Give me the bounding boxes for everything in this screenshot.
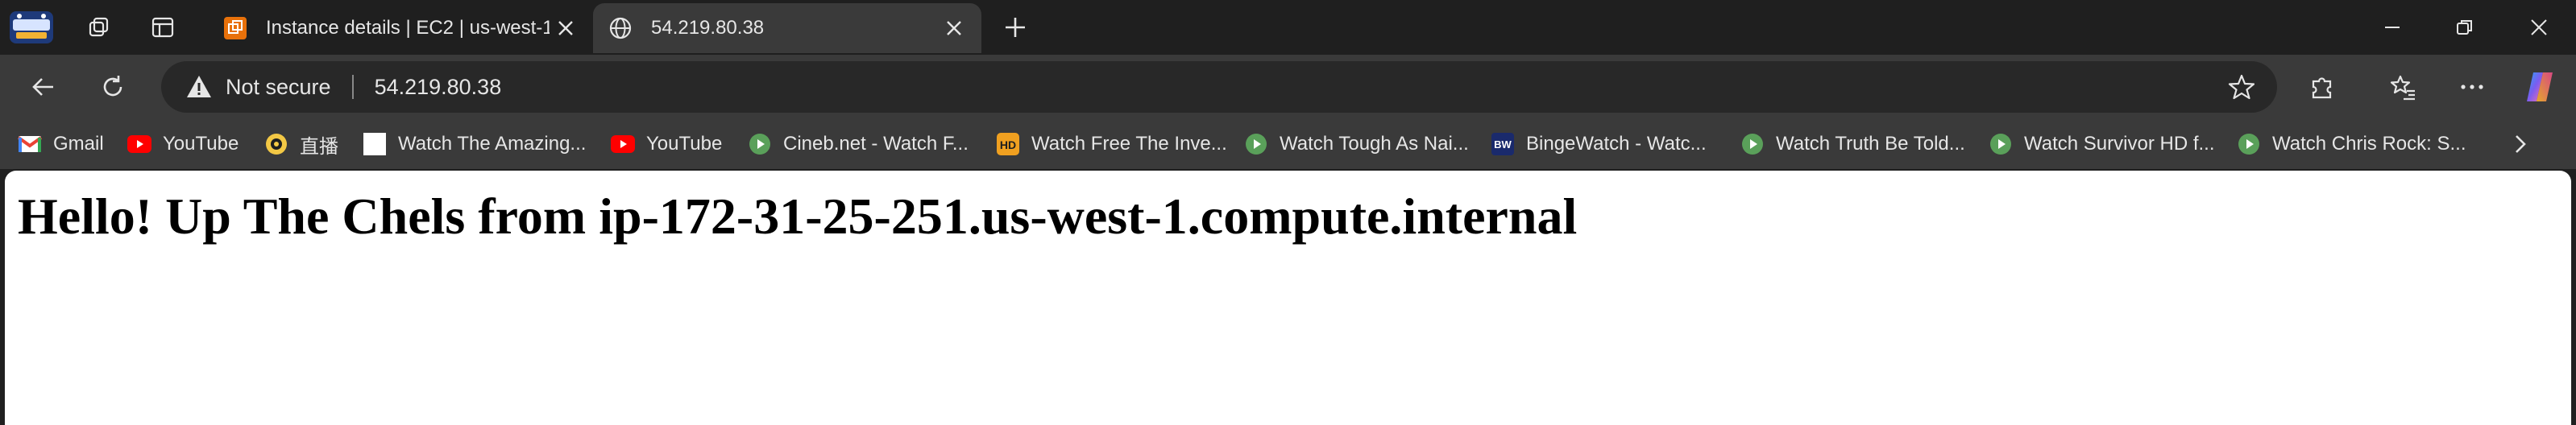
bookmark-label: Watch Truth Be Told... (1776, 133, 1965, 155)
tab-strip: Instance details | EC2 | us-west-1 54.21… (0, 0, 2576, 55)
bookmark-label: Watch Tough As Nai... (1280, 133, 1469, 155)
page-heading: Hello! Up The Chels from ip-172-31-25-25… (18, 188, 1578, 245)
security-status-label[interactable]: Not secure (226, 75, 331, 100)
warning-icon[interactable] (185, 73, 213, 101)
minimize-button[interactable] (2364, 6, 2420, 48)
restore-button[interactable] (2437, 6, 2493, 48)
bookmark-label: Watch Survivor HD f... (2024, 133, 2215, 155)
play-circle-icon (1740, 132, 1765, 156)
blank-page-icon (363, 132, 387, 156)
bookmark-free-inve[interactable]: HD Watch Free The Inve... (996, 130, 1227, 158)
close-icon (2531, 19, 2547, 35)
bookmarks-overflow-chevron-icon[interactable] (2506, 130, 2533, 158)
live-icon (264, 132, 288, 156)
puzzle-icon (2312, 77, 2332, 99)
tab-title: 54.219.80.38 (651, 17, 765, 39)
bookmark-chris-rock[interactable]: Watch Chris Rock: S... (2237, 130, 2466, 158)
play-circle-icon (1989, 132, 2013, 156)
bookmark-survivor[interactable]: Watch Survivor HD f... (1989, 130, 2214, 158)
bookmark-label: Watch Chris Rock: S... (2272, 133, 2466, 155)
bookmark-youtube[interactable]: YouTube (127, 130, 239, 158)
address-separator (351, 75, 354, 99)
extensions-button[interactable] (2303, 69, 2342, 105)
bookmark-amazing[interactable]: Watch The Amazing... (363, 130, 586, 158)
close-tab-icon[interactable] (550, 12, 582, 44)
play-circle-icon (1244, 132, 1268, 156)
favorites-list-icon (2390, 75, 2415, 101)
bookmark-label: YouTube (646, 133, 723, 155)
settings-more-button[interactable] (2453, 69, 2491, 105)
bookmark-label: BingeWatch - Watc... (1526, 133, 1707, 155)
bookmark-label: YouTube (163, 133, 239, 155)
bookmark-live[interactable]: 直播 (264, 130, 338, 158)
favorites-button[interactable] (2383, 69, 2422, 105)
close-tab-icon[interactable] (938, 12, 970, 44)
back-button[interactable] (24, 69, 63, 105)
workspaces-icon[interactable] (82, 11, 114, 43)
bookmark-cineb[interactable]: Cineb.net - Watch F... (748, 130, 969, 158)
bookmark-tough-as-nails[interactable]: Watch Tough As Nai... (1244, 130, 1469, 158)
more-dots-icon (2461, 85, 2483, 89)
profile-avatar-icon (10, 11, 53, 43)
copilot-icon (2527, 72, 2553, 101)
minimize-icon (2385, 27, 2400, 28)
bw-icon: BW (1491, 132, 1515, 156)
bookmark-truth-be-told[interactable]: Watch Truth Be Told... (1740, 130, 1965, 158)
gmail-icon (18, 132, 42, 156)
bookmark-label: Watch Free The Inve... (1031, 133, 1227, 155)
restore-icon (2457, 20, 2472, 35)
youtube-icon (611, 132, 635, 156)
globe-icon (608, 15, 633, 41)
bookmark-label: Gmail (53, 133, 104, 155)
play-circle-icon (748, 132, 772, 156)
address-bar[interactable]: Not secure 54.219.80.38 (161, 61, 2277, 113)
plus-icon (1006, 18, 1025, 37)
new-tab-button[interactable] (996, 10, 1035, 45)
bookmark-label: 直播 (300, 135, 338, 158)
copilot-button[interactable] (2520, 69, 2559, 105)
hd-icon: HD (996, 132, 1020, 156)
back-arrow-icon (32, 78, 53, 96)
svg-text:BW: BW (1494, 138, 1512, 151)
youtube-icon (127, 132, 151, 156)
bookmark-gmail[interactable]: Gmail (18, 130, 104, 158)
web-page-content: Hello! Up The Chels from ip-172-31-25-25… (5, 171, 2571, 425)
tab-actions-icon[interactable] (147, 11, 179, 43)
play-circle-icon (2237, 132, 2261, 156)
aws-ec2-icon (222, 15, 248, 41)
bookmarks-bar: Gmail YouTube 直播 Watch The Amazing... Yo… (0, 119, 2576, 169)
bookmark-label: Cineb.net - Watch F... (783, 133, 969, 155)
refresh-button[interactable] (93, 69, 132, 105)
svg-text:HD: HD (1000, 138, 1016, 151)
bookmark-label: Watch The Amazing... (398, 133, 587, 155)
bookmark-youtube-2[interactable]: YouTube (611, 130, 722, 158)
close-window-button[interactable] (2511, 6, 2567, 48)
url-text[interactable]: 54.219.80.38 (375, 75, 502, 100)
tab-title: Instance details | EC2 | us-west-1 (266, 17, 550, 39)
tab-ec2-instance[interactable]: Instance details | EC2 | us-west-1 (208, 3, 593, 53)
tab-current-page[interactable]: 54.219.80.38 (593, 3, 981, 53)
profile-avatar[interactable] (8, 10, 55, 45)
favorite-star-icon[interactable] (2227, 72, 2256, 101)
navigation-toolbar: Not secure 54.219.80.38 (0, 55, 2576, 119)
refresh-icon (103, 76, 122, 97)
bookmark-bingewatch[interactable]: BW BingeWatch - Watc... (1491, 130, 1707, 158)
